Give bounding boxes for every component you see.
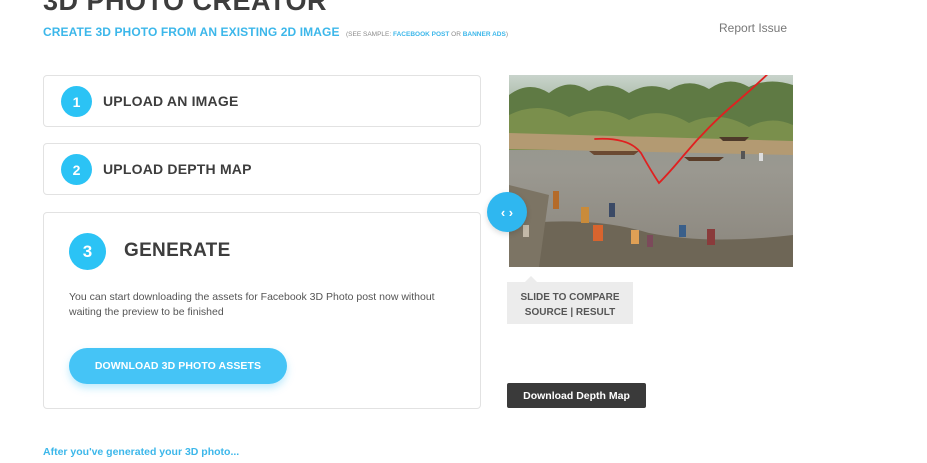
step-number-badge: 3 [69, 233, 106, 270]
after-generated-link[interactable]: After you've generated your 3D photo... [43, 446, 239, 458]
subtitle-text: CREATE 3D PHOTO FROM AN EXISTING 2D IMAG… [43, 25, 340, 39]
download-depth-map-button[interactable]: Download Depth Map [507, 383, 646, 408]
page-title: 3D PHOTO CREATOR [43, 0, 328, 16]
generate-description: You can start downloading the assets for… [69, 291, 435, 318]
step-number-badge: 1 [61, 86, 92, 117]
banner-ads-link[interactable]: BANNER ADS [463, 31, 506, 38]
sample-suffix: ) [505, 31, 508, 38]
step-upload-image[interactable]: 1 UPLOAD AN IMAGE [43, 75, 481, 127]
step-label: GENERATE [124, 240, 231, 261]
slide-hint-line1: SLIDE TO COMPARE [520, 292, 620, 303]
chevron-left-right-icon: ‹ › [500, 204, 514, 220]
step-label: UPLOAD DEPTH MAP [103, 161, 252, 177]
facebook-post-link[interactable]: FACEBOOK POST [393, 31, 449, 38]
report-issue-link[interactable]: Report Issue [719, 21, 787, 35]
step-generate: 3 GENERATE You can start downloading the… [43, 212, 481, 409]
photo-illustration [509, 75, 793, 267]
download-3d-photo-assets-button[interactable]: DOWNLOAD 3D PHOTO ASSETS [69, 348, 287, 384]
step-number-badge: 2 [61, 154, 92, 185]
slide-to-compare-hint: SLIDE TO COMPARE SOURCE | RESULT [507, 276, 633, 324]
slide-hint-line2: SOURCE | RESULT [524, 307, 616, 318]
page-subtitle: CREATE 3D PHOTO FROM AN EXISTING 2D IMAG… [43, 25, 508, 39]
sample-or: OR [451, 31, 461, 38]
preview-image[interactable] [509, 75, 793, 267]
compare-slider-handle[interactable]: ‹ › [487, 192, 527, 232]
step-label: UPLOAD AN IMAGE [103, 93, 239, 109]
sample-note: (SEE SAMPLE: FACEBOOK POST OR BANNER ADS… [346, 31, 508, 38]
sample-prefix: (SEE SAMPLE: [346, 31, 392, 38]
step-upload-depth-map[interactable]: 2 UPLOAD DEPTH MAP [43, 143, 481, 195]
